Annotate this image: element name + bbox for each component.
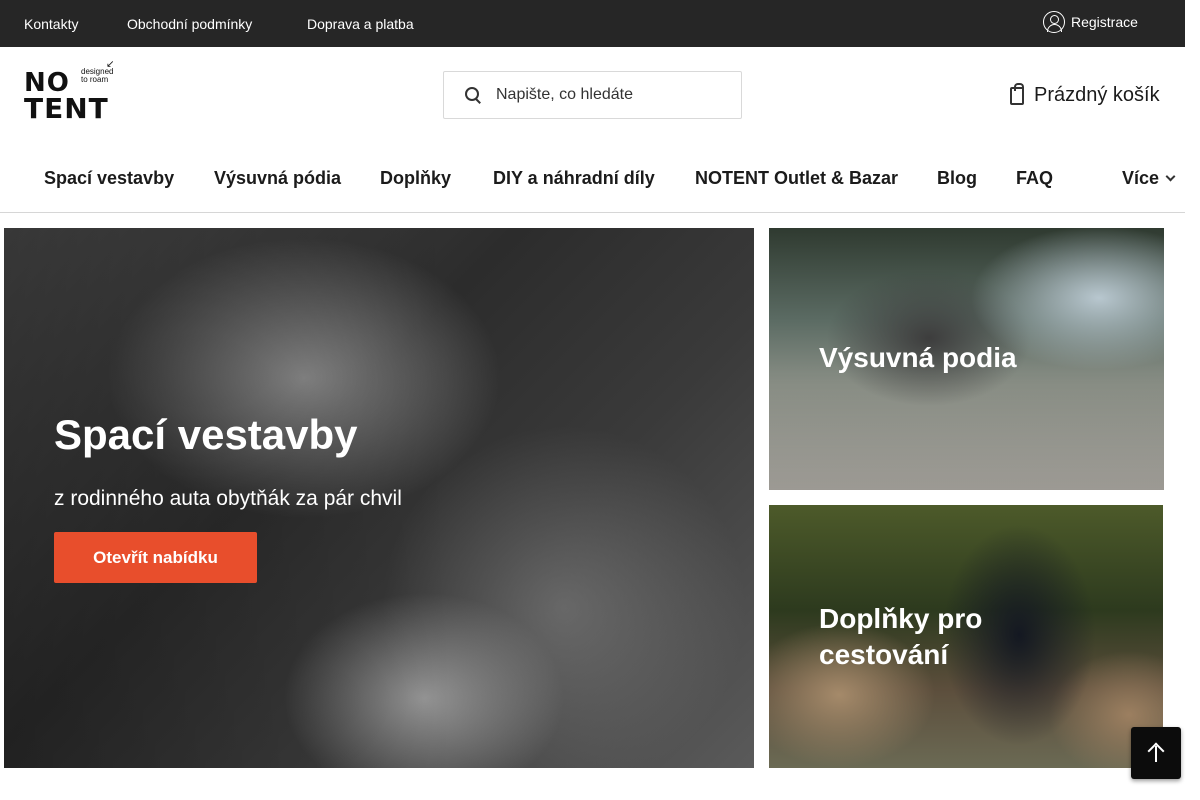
- back-to-top-button[interactable]: [1131, 727, 1181, 779]
- main-nav: Spací vestavby Výsuvná pódia Doplňky DIY…: [0, 145, 1185, 213]
- top-link-shipping[interactable]: Doprava a platba: [307, 16, 414, 32]
- logo-tagline: designed to roam: [81, 67, 114, 84]
- open-offer-button[interactable]: Otevřít nabídku: [54, 532, 257, 583]
- shopping-bag-icon: [1010, 82, 1024, 105]
- nav-item-diy-parts[interactable]: DIY a náhradní díly: [493, 168, 655, 189]
- category-card-platforms[interactable]: Výsuvná podia: [769, 228, 1164, 490]
- top-link-terms[interactable]: Obchodní podmínky: [127, 16, 252, 32]
- search-icon[interactable]: [464, 86, 482, 104]
- chevron-down-icon: [1165, 171, 1176, 182]
- user-icon: [1043, 11, 1065, 33]
- hero-subtitle: z rodinného auta obytňák za pár chvil: [54, 487, 402, 510]
- top-link-contacts[interactable]: Kontakty: [24, 16, 78, 32]
- nav-item-faq[interactable]: FAQ: [1016, 168, 1053, 189]
- nav-item-slide-out-platforms[interactable]: Výsuvná pódia: [214, 168, 341, 189]
- nav-more-label: Více: [1122, 168, 1160, 188]
- category-card-label: Doplňky pro cestování: [819, 603, 983, 670]
- cart-label: Prázdný košík: [1034, 84, 1160, 106]
- nav-more[interactable]: Více: [1122, 168, 1176, 189]
- register-link[interactable]: Registrace: [1043, 11, 1138, 33]
- logo[interactable]: NO TENT designed to roam ↙: [24, 59, 124, 125]
- search-input[interactable]: [496, 86, 726, 104]
- register-label: Registrace: [1071, 14, 1138, 30]
- top-bar: Kontakty Obchodní podmínky Doprava a pla…: [0, 0, 1185, 47]
- nav-item-outlet[interactable]: NOTENT Outlet & Bazar: [695, 168, 898, 189]
- nav-item-accessories[interactable]: Doplňky: [380, 168, 451, 189]
- hero-title: Spací vestavby: [54, 411, 358, 458]
- search-box[interactable]: [443, 71, 742, 119]
- logo-arrow-icon: ↙: [106, 59, 115, 70]
- logo-line-2: TENT: [24, 92, 109, 125]
- category-card-label: Výsuvná podia: [819, 342, 1017, 373]
- nav-item-sleeping-units[interactable]: Spací vestavby: [44, 168, 174, 189]
- cart-link[interactable]: Prázdný košík: [1010, 82, 1160, 107]
- nav-item-blog[interactable]: Blog: [937, 168, 977, 189]
- arrow-up-icon: [1148, 743, 1164, 763]
- category-card-accessories[interactable]: Doplňky pro cestování: [769, 505, 1163, 768]
- hero-banner[interactable]: Spací vestavby z rodinného auta obytňák …: [4, 228, 754, 768]
